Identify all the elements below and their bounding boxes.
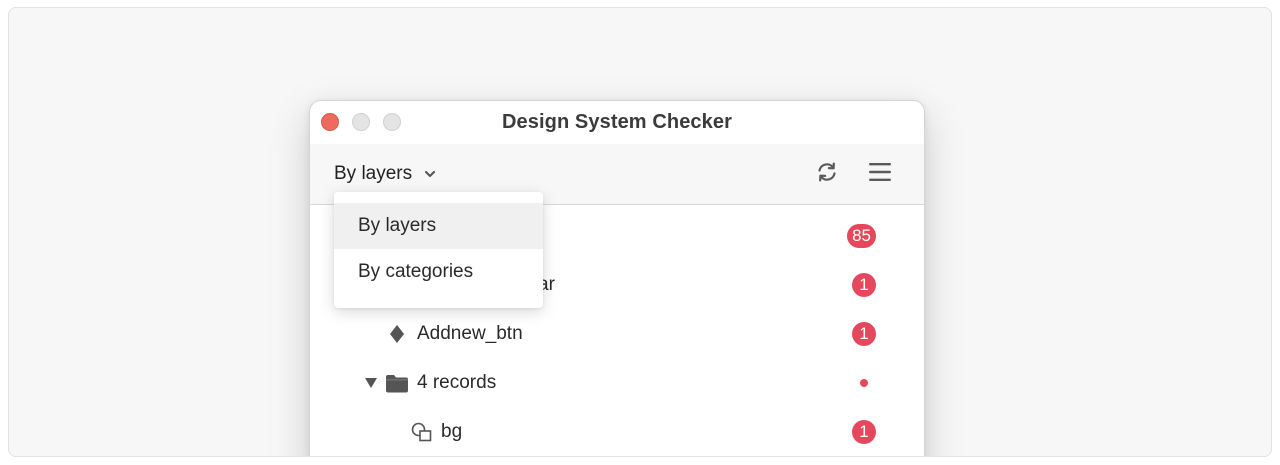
list-item-label: 4 records	[417, 372, 497, 393]
component-diamond-icon	[388, 324, 406, 344]
list-item-label: bg	[441, 421, 463, 442]
shape-icon	[411, 422, 433, 442]
issue-count-badge: 1	[852, 322, 876, 346]
list-item[interactable]: Addnew_btn 1	[310, 314, 924, 354]
hamburger-menu-icon	[868, 162, 892, 187]
refresh-icon	[815, 160, 839, 189]
view-mode-select[interactable]: By layers	[334, 162, 436, 186]
expand-triangle-icon[interactable]	[364, 376, 378, 390]
dropdown-option-by-layers[interactable]: By layers	[334, 203, 543, 249]
issue-count-badge: 1	[852, 273, 876, 297]
view-mode-label: By layers	[334, 163, 413, 184]
app-window: Design System Checker By layers 85 ar 1 …	[309, 100, 925, 456]
folder-icon	[385, 373, 409, 393]
issue-count-badge: 85	[847, 224, 876, 248]
screenshot-frame: Design System Checker By layers 85 ar 1 …	[8, 7, 1272, 457]
list-item[interactable]: 4 records	[310, 363, 924, 403]
refresh-button[interactable]	[813, 160, 841, 188]
issue-count-badge: 1	[852, 420, 876, 444]
list-item[interactable]: bg 1	[310, 412, 924, 452]
menu-button[interactable]	[866, 160, 894, 188]
issue-dot	[860, 379, 868, 387]
chevron-down-icon	[424, 168, 436, 180]
window-title: Design System Checker	[502, 111, 732, 133]
title-bar: Design System Checker	[310, 101, 924, 144]
view-mode-dropdown: By layers By categories	[334, 192, 543, 308]
dropdown-option-by-categories[interactable]: By categories	[334, 249, 543, 295]
list-item-label: Addnew_btn	[417, 323, 523, 344]
